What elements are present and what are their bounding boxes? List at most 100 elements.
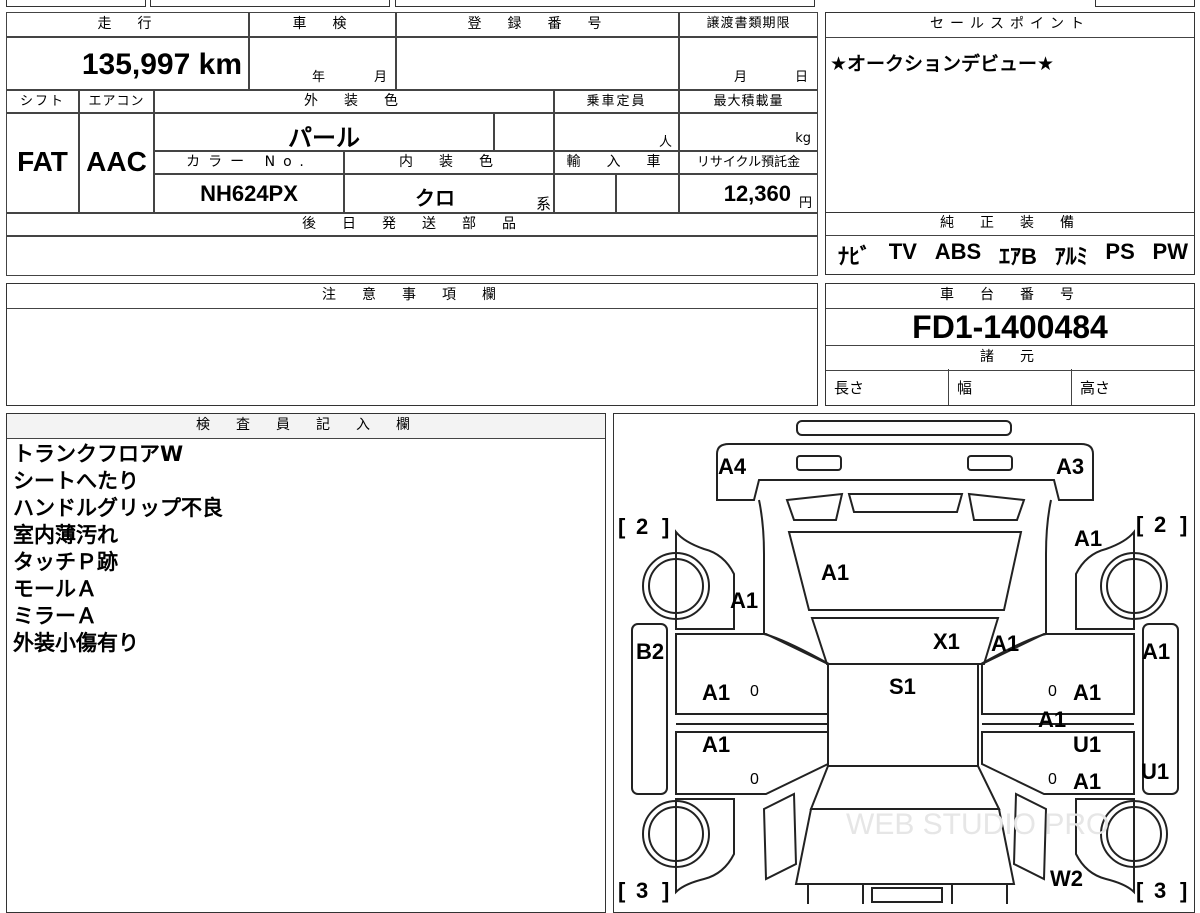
mark-a1-left-door-2: A1 [702, 732, 730, 757]
recycle-value: 12,360 [723, 181, 791, 206]
mark-x1: X1 [933, 629, 960, 654]
interior-color-cell: クロ 系 [344, 174, 554, 213]
top-strip-4 [1095, 0, 1195, 7]
sales-point-header: セールスポイント [826, 13, 1194, 38]
rear-lamp-left [796, 455, 842, 471]
left-rear-door [675, 633, 829, 715]
tire-label-rr: 2 [1154, 512, 1166, 537]
capacity-cell: 人 [554, 113, 679, 151]
door-zero-r2: 0 [1048, 771, 1057, 788]
shaken-year-unit: 年 [312, 70, 326, 85]
top-strip-1 [6, 0, 146, 7]
interior-suffix: 系 [535, 195, 551, 213]
mark-b2: B2 [636, 639, 664, 664]
mark-a1-right-door-2: A1 [1073, 769, 1101, 794]
mark-u1-right-side: U1 [1141, 759, 1169, 784]
tire-label-fl: 3 [636, 878, 648, 903]
color-no-cell: NH624PX [154, 174, 344, 213]
remark-line: モールＡ [13, 577, 97, 601]
max-load-header: 最大積載量 [679, 90, 818, 113]
capacity-header: 乗車定員 [554, 90, 679, 113]
front-bumper-right [951, 883, 1008, 904]
rear-lamp-right [967, 455, 1013, 471]
mileage-header: 走 行 [6, 12, 249, 37]
later-parts-header: 後 日 発 送 部 品 [6, 213, 818, 236]
remark-line: トランクフロアW [13, 442, 184, 466]
dims-row: 長さ 幅 高さ [826, 369, 1194, 405]
sales-point-text: ★オークションデビュー★ [830, 53, 1055, 75]
rear-spoiler-mid [847, 493, 964, 513]
mark-a1-left-door-1: A1 [702, 680, 730, 705]
equipment-item: ABS [934, 239, 982, 264]
recycle-header: リサイクル預託金 [679, 151, 818, 174]
mileage-cell: 135,997 km [6, 37, 249, 90]
tire-bracket-rl-close: ] [662, 514, 669, 539]
import-header: 輸 入 車 [554, 151, 679, 174]
chassis-box: 車 台 番 号 FD1-1400484 諸 元 長さ 幅 高さ [825, 283, 1195, 406]
remark-line: ハンドルグリップ不良 [13, 496, 223, 520]
remark-line: タッチＰ跡 [13, 550, 118, 574]
shaken-header: 車 検 [249, 12, 396, 37]
remark-line: シートへたり [13, 469, 139, 493]
mark-w2: W2 [1050, 866, 1083, 891]
front-bumper-left [807, 883, 864, 904]
equipment-header: 純 正 装 備 [826, 213, 1194, 236]
capacity-unit: 人 [658, 135, 672, 150]
shift-value: FAT [17, 146, 68, 177]
aircon-value: AAC [86, 146, 147, 177]
interior-color-value: クロ [415, 188, 455, 210]
mark-a1-left-rear: A1 [730, 588, 758, 613]
mileage-value: 135,997 km [81, 48, 242, 81]
max-load-cell: kg [679, 113, 818, 151]
shaken-month-unit: 月 [374, 70, 388, 85]
mark-a1-rear-window: A1 [821, 560, 849, 585]
door-zero-r1: 0 [1048, 683, 1057, 700]
inspector-header: 検 査 員 記 入 欄 [7, 414, 605, 439]
equipment-item: PW [1152, 239, 1188, 264]
mark-s1: S1 [889, 674, 916, 699]
equipment-item: ﾅﾋﾞ [838, 244, 872, 269]
tire-bracket-fr-close: ] [1180, 878, 1187, 903]
equipment-list: ﾅﾋﾞ TV ABS ｴｱB ｱﾙﾐ PS PW [838, 239, 1188, 271]
inspector-remarks: トランクフロアW シートへたり ハンドルグリップ不良 室内薄汚れ タッチＰ跡 モ… [13, 441, 223, 657]
inspector-box: 検 査 員 記 入 欄 トランクフロアW シートへたり ハンドルグリップ不良 室… [6, 413, 606, 913]
mark-a3: A3 [1056, 454, 1084, 479]
exterior-color-value: パール [288, 125, 360, 151]
chassis-header: 車 台 番 号 [826, 284, 1194, 309]
roof [810, 617, 1000, 665]
rear-bumper [796, 420, 1012, 436]
exterior-color-cell: パール [154, 113, 494, 151]
equipment-item: TV [888, 239, 917, 264]
transfer-deadline-header: 譲渡書類期限 [679, 12, 818, 37]
registration-cell [396, 37, 679, 90]
tire-label-fr: 3 [1154, 878, 1166, 903]
tire-bracket-rl: [ [618, 514, 626, 539]
aircon-cell: AAC [79, 113, 154, 213]
shaken-cell: 年 月 [249, 37, 396, 90]
sales-point-box: セールスポイント ★オークションデビュー★ [825, 12, 1195, 214]
remark-line: 室内薄汚れ [13, 523, 118, 547]
notes-header: 注 意 事 項 欄 [7, 284, 817, 309]
aircon-header: エアコン [79, 90, 154, 113]
mark-a1-right-door-mid: A1 [1038, 707, 1066, 732]
tire-label-rl: 2 [636, 514, 648, 539]
exterior-color-extra-cell [494, 113, 554, 151]
mark-a1-right-side: A1 [1142, 639, 1170, 664]
width-cell: 幅 [949, 369, 1072, 405]
shift-cell: FAT [6, 113, 79, 213]
rear-spoiler-left [785, 492, 844, 521]
mark-u1-right-door: U1 [1073, 732, 1101, 757]
tire-bracket-rr: [ [1136, 512, 1144, 537]
hood-left-strip [762, 792, 798, 881]
tire-bracket-fl-close: ] [662, 878, 669, 903]
watermark: WEB STUDIO PRO [846, 808, 1109, 841]
tire-bracket-fl: [ [618, 878, 626, 903]
transfer-deadline-cell: 月 日 [679, 37, 818, 90]
rear-spoiler-right [967, 492, 1026, 521]
door-zero-l1: 0 [750, 683, 759, 700]
height-cell: 高さ [1080, 379, 1111, 397]
mark-a1-roof-right: A1 [991, 631, 1019, 656]
rear-panel [716, 443, 1094, 501]
import-cell-1 [554, 174, 616, 213]
recycle-unit: 円 [798, 196, 812, 211]
